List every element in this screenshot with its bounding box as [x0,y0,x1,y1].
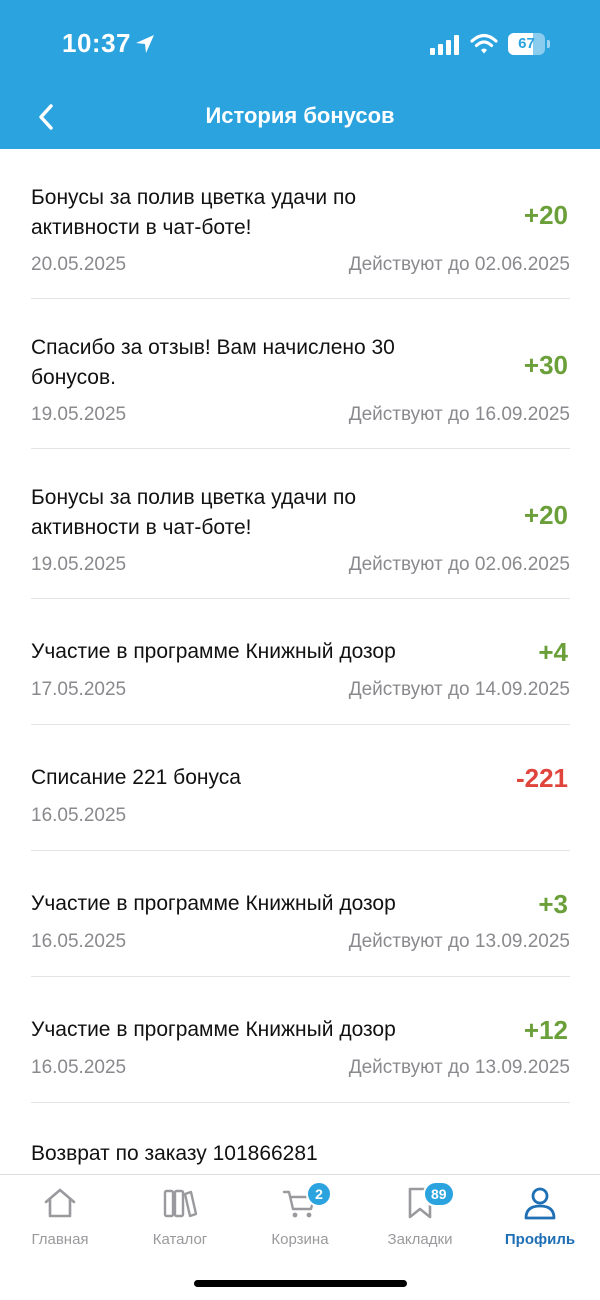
entry-title: Участие в программе Книжный дозор [31,1018,396,1041]
entry-date: 16.05.2025 [31,931,127,952]
list-item[interactable]: Возврат по заказу 101866281 [31,1103,570,1174]
entry-amount: +20 [523,200,568,230]
entry-valid-until: Действуют до 14.09.2025 [348,679,570,700]
entry-amount: +30 [523,350,568,380]
entry-date: 19.05.2025 [31,554,127,575]
entry-valid-until: Действуют до 13.09.2025 [348,931,570,952]
entry-valid-until: Действуют до 02.06.2025 [348,254,570,275]
cellular-signal-icon [430,35,459,55]
entry-amount: +3 [538,889,568,919]
status-time: 10:37 [62,28,131,58]
entry-amount: +4 [538,637,568,667]
tab-profile[interactable]: Профиль [480,1185,600,1255]
list-item[interactable]: Участие в программе Книжный дозор +4 17.… [31,599,570,725]
entry-valid-until: Действуют до 16.09.2025 [348,404,570,425]
entry-amount: +20 [523,500,568,530]
battery-cap [547,40,550,48]
battery-indicator: 67 [508,33,550,55]
entry-amount: +12 [523,1015,568,1045]
entry-amount: -221 [515,763,568,793]
entry-title: Возврат по заказу 101866281 [31,1142,318,1165]
home-icon [44,1188,76,1218]
tab-label: Профиль [504,1231,576,1248]
entry-date: 16.05.2025 [31,1057,127,1078]
list-item[interactable]: Спасибо за отзыв! Вам начислено 30 бонус… [31,299,570,449]
home-indicator[interactable] [194,1280,407,1287]
entry-title: Участие в программе Книжный дозор [31,640,396,663]
entry-valid-until: Действуют до 02.06.2025 [348,554,570,575]
tab-bookmarks[interactable]: 89 Закладки [360,1181,480,1255]
entry-date: 20.05.2025 [31,254,127,275]
entry-date: 19.05.2025 [31,404,127,425]
entry-title: Списание 221 бонуса [31,766,241,789]
battery-body: 67 [508,33,545,55]
battery-percent: 67 [518,35,535,52]
tab-home[interactable]: Главная [0,1185,120,1255]
entry-date: 16.05.2025 [31,805,127,826]
tab-label: Главная [31,1231,89,1248]
list-item[interactable]: Участие в программе Книжный дозор +12 16… [31,977,570,1103]
books-icon [163,1189,198,1218]
tab-catalog[interactable]: Каталог [120,1185,240,1255]
list-item[interactable]: Бонусы за полив цветка удачи по активнос… [31,449,570,599]
tab-label: Закладки [387,1231,453,1248]
entry-title: Бонусы за полив цветка удачи по активнос… [31,486,356,539]
tab-label: Каталог [152,1231,208,1248]
list-item[interactable]: Бонусы за полив цветка удачи по активнос… [31,149,570,299]
entry-title: Спасибо за отзыв! Вам начислено 30 бонус… [31,336,395,389]
list-item[interactable]: Участие в программе Книжный дозор +3 16.… [31,851,570,977]
cart-badge: 2 [306,1181,332,1207]
tab-cart[interactable]: 2 Корзина [240,1181,360,1255]
entry-date: 17.05.2025 [31,679,127,700]
bookmarks-badge: 89 [423,1181,455,1207]
entry-title: Участие в программе Книжный дозор [31,892,396,915]
entry-title: Бонусы за полив цветка удачи по активнос… [31,186,356,239]
list-item[interactable]: Списание 221 бонуса -221 16.05.2025 [31,725,570,851]
tab-label: Корзина [271,1231,329,1248]
profile-icon [524,1187,556,1220]
header: 10:37 67 История бонусов [0,0,600,149]
bonus-history-list[interactable]: Бонусы за полив цветка удачи по активнос… [0,149,600,1174]
page-title: История бонусов [205,103,395,128]
wifi-icon [470,33,498,54]
entry-valid-until: Действуют до 13.09.2025 [348,1057,570,1078]
location-arrow-icon [136,35,154,53]
